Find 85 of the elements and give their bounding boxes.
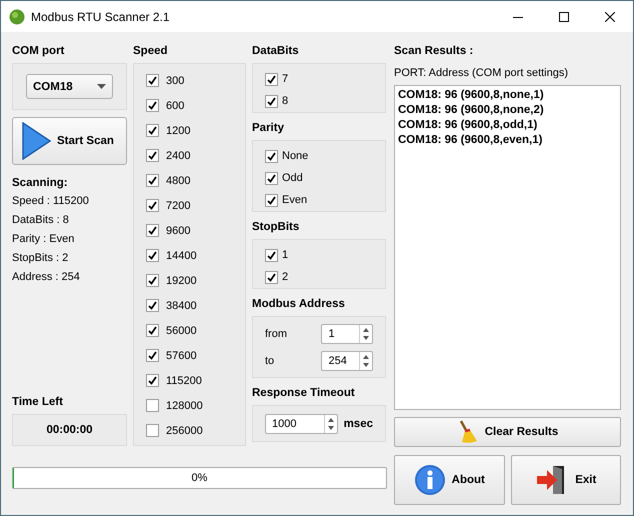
timeout-spin-field[interactable]: 1000 (265, 414, 338, 434)
scanning-status-line: DataBits : 8 (12, 213, 70, 227)
info-icon (414, 464, 446, 496)
checkbox[interactable] (146, 124, 159, 137)
checkbox[interactable] (146, 249, 159, 262)
checkbox[interactable] (146, 349, 159, 362)
result-line: COM18: 96 (9600,8,none,2) (398, 103, 545, 118)
checkbox[interactable] (146, 174, 159, 187)
group-title: Speed (133, 44, 169, 58)
checkbox-label: 300 (166, 74, 184, 86)
group-title: Parity (252, 121, 285, 135)
dropdown-caret-icon (97, 84, 106, 89)
checkbox-label: 57600 (166, 350, 197, 362)
window-title: Modbus RTU Scanner 2.1 (31, 10, 170, 24)
checkbox[interactable] (265, 248, 278, 262)
checkbox[interactable] (265, 72, 278, 86)
checkbox-label: 7 (282, 73, 288, 85)
scanning-status-line: StopBits : 2 (12, 251, 70, 265)
checkbox-label: 7200 (166, 200, 190, 212)
address-spin-field[interactable]: 254 (321, 350, 373, 370)
checkbox[interactable] (265, 270, 278, 284)
app-icon (9, 8, 25, 24)
result-line: COM18: 96 (9600,8,odd,1) (398, 118, 538, 133)
checkbox-label: 256000 (166, 424, 203, 436)
checkbox-label: 9600 (166, 224, 190, 236)
spin-arrows-icon[interactable] (359, 324, 372, 342)
field-label: to (265, 354, 276, 366)
checkbox-label: Odd (282, 172, 303, 184)
group-title: Time Left (12, 395, 64, 409)
checkbox-label: None (282, 150, 308, 162)
checkbox[interactable] (146, 324, 159, 337)
start-scan-button[interactable]: Start Scan (12, 117, 127, 165)
checkbox-label: 600 (166, 100, 184, 112)
checkbox[interactable] (146, 99, 159, 112)
checkbox[interactable] (146, 199, 159, 212)
checkbox[interactable] (146, 374, 159, 387)
spin-arrows-icon[interactable] (359, 352, 372, 370)
scanning-status-line: Speed : 115200 (12, 194, 90, 208)
play-icon (21, 122, 51, 160)
checkbox[interactable] (146, 424, 159, 437)
checkbox-label: 128000 (166, 400, 203, 412)
checkbox-label: 1200 (166, 124, 190, 136)
checkbox[interactable] (146, 224, 159, 237)
com-port-dropdown[interactable]: COM18 (26, 74, 113, 99)
checkbox-label: 19200 (166, 274, 197, 286)
checkbox[interactable] (265, 94, 278, 108)
checkbox-label: 38400 (166, 300, 197, 312)
time-left-display: 00:00:00 (12, 414, 127, 446)
clear-button[interactable]: Clear Results (394, 417, 621, 447)
group-title: DataBits (252, 44, 300, 58)
checkbox[interactable] (146, 74, 159, 87)
group-title: COM port (12, 44, 66, 58)
address-spin-field[interactable]: 1 (321, 324, 373, 344)
spin-arrows-icon[interactable] (324, 414, 337, 432)
group-title: Scan Results : (394, 44, 474, 58)
checkbox-label: 115200 (166, 374, 202, 386)
scanning-status-line: Parity : Even (12, 232, 76, 246)
checkbox-label: 2400 (166, 150, 190, 162)
group-title: Modbus Address (252, 297, 346, 311)
checkbox-label: 1 (282, 249, 288, 261)
result-line: COM18: 96 (9600,8,none,1) (398, 88, 545, 103)
checkbox-label: 2 (282, 271, 288, 283)
checkbox-label: 8 (282, 95, 288, 107)
scanning-status-line: Address : 254 (12, 270, 81, 284)
checkbox-label: Even (282, 194, 308, 206)
checkbox[interactable] (146, 149, 159, 162)
result-line: COM18: 96 (9600,8,even,1) (398, 133, 544, 148)
scanning-title: Scanning: (12, 177, 69, 189)
checkbox[interactable] (146, 274, 159, 287)
checkbox[interactable] (265, 150, 278, 162)
group-title: Response Timeout (252, 386, 356, 400)
unit-label: msec (344, 418, 373, 430)
exit-button[interactable]: Exit (510, 455, 621, 505)
checkbox[interactable] (265, 194, 278, 206)
about-button[interactable]: About (394, 455, 504, 505)
field-label: from (265, 328, 288, 340)
checkbox-label: 56000 (166, 324, 197, 336)
results-hint: PORT: Address (COM port settings) (394, 66, 570, 80)
checkbox-label: 4800 (166, 174, 190, 186)
checkbox[interactable] (265, 172, 278, 184)
progress-text: 0% (192, 472, 208, 484)
checkbox-label: 14400 (166, 250, 197, 262)
checkbox[interactable] (146, 399, 159, 412)
checkbox[interactable] (146, 299, 159, 312)
group-title: StopBits (252, 220, 300, 234)
